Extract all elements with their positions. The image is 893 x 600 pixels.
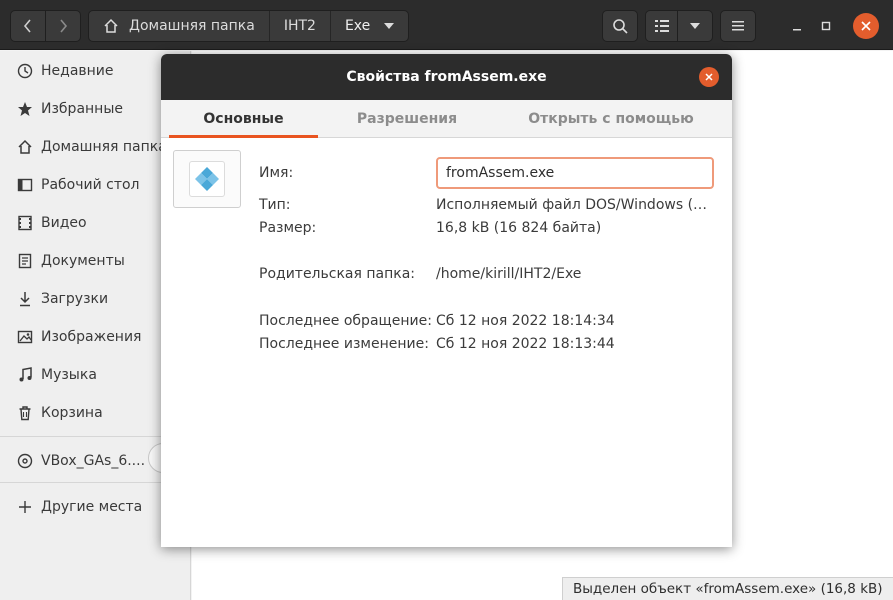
back-button[interactable] <box>10 10 46 42</box>
accessed-label: Последнее обращение: <box>259 313 432 329</box>
view-options-button[interactable] <box>677 10 713 42</box>
tab-permissions[interactable]: Разрешения <box>332 100 482 138</box>
minimize-icon <box>793 29 801 31</box>
video-icon <box>16 214 34 232</box>
sidebar-item-label: Другие места <box>41 499 143 515</box>
type-value: Исполняемый файл DOS/Windows (a… <box>436 197 714 213</box>
breadcrumb-label: Домашняя папка <box>129 18 255 34</box>
maximize-icon <box>821 21 831 31</box>
sidebar-item-label: Видео <box>41 215 87 231</box>
tab-basic[interactable]: Основные <box>169 100 318 138</box>
view-toggle-button[interactable] <box>645 10 678 42</box>
size-label: Размер: <box>259 220 317 236</box>
search-icon <box>613 19 628 34</box>
sidebar-item-label: Корзина <box>41 405 103 421</box>
dialog-tabs: Основные Разрешения Открыть с помощью <box>161 100 732 138</box>
menu-button[interactable] <box>720 10 756 42</box>
music-icon <box>16 366 34 384</box>
caret-down-icon <box>690 23 700 29</box>
list-view-icon <box>654 20 669 32</box>
modified-label: Последнее изменение: <box>259 336 429 352</box>
parent-folder-value: /home/kirill/IHT2/Exe <box>436 266 582 282</box>
chevron-right-icon <box>60 19 68 33</box>
download-icon <box>16 290 34 308</box>
minimize-button[interactable] <box>784 13 810 39</box>
breadcrumb-exe[interactable]: Exe <box>331 11 408 41</box>
exe-icon <box>189 161 225 197</box>
chevron-left-icon <box>23 19 31 33</box>
star-icon <box>16 100 34 118</box>
type-label: Тип: <box>259 197 291 213</box>
sidebar-item-label: Изображения <box>41 329 142 345</box>
plus-icon <box>16 498 34 516</box>
close-icon <box>861 21 871 31</box>
home-icon <box>104 18 118 33</box>
size-value: 16,8 kB (16 824 байта) <box>436 220 602 236</box>
modified-value: Сб 12 ноя 2022 18:13:44 <box>436 336 615 352</box>
desktop-icon <box>16 176 34 194</box>
hamburger-icon <box>732 21 744 31</box>
breadcrumb-iht2[interactable]: IHT2 <box>270 11 331 41</box>
dialog-close-button[interactable] <box>699 67 719 87</box>
image-icon <box>16 328 34 346</box>
document-icon <box>16 252 34 270</box>
forward-button[interactable] <box>45 10 81 42</box>
sidebar-item-label: Документы <box>41 253 125 269</box>
dialog-title: Свойства fromAssem.exe <box>346 69 547 85</box>
search-button[interactable] <box>602 10 638 42</box>
file-icon <box>173 150 241 208</box>
home-icon <box>16 138 34 156</box>
breadcrumb-home[interactable]: Домашняя папка <box>89 11 270 41</box>
sidebar-item-label: VBox_GAs_6.... <box>41 453 146 469</box>
caret-down-icon <box>384 23 395 29</box>
breadcrumb: Домашняя папка IHT2 Exe <box>88 10 410 42</box>
maximize-button[interactable] <box>813 13 839 39</box>
parent-folder-label: Родительская папка: <box>259 266 415 282</box>
file-name-input[interactable] <box>436 157 714 189</box>
trash-icon <box>16 404 34 422</box>
clock-icon <box>16 62 34 80</box>
window-close-button[interactable] <box>853 13 879 39</box>
dialog-titlebar: Свойства fromAssem.exe <box>161 54 732 100</box>
tab-open-with[interactable]: Открыть с помощью <box>518 100 704 138</box>
disc-icon <box>16 452 34 470</box>
breadcrumb-label: Exe <box>344 18 371 34</box>
sidebar-item-label: Избранные <box>41 101 123 117</box>
sidebar-item-label: Загрузки <box>41 291 109 307</box>
headerbar: Домашняя папка IHT2 Exe <box>0 0 893 50</box>
sidebar-item-label: Недавние <box>41 63 114 79</box>
properties-dialog: Свойства fromAssem.exe Основные Разрешен… <box>161 54 732 547</box>
close-icon <box>705 73 713 81</box>
accessed-value: Сб 12 ноя 2022 18:14:34 <box>436 313 615 329</box>
sidebar-item-label: Домашняя папка <box>41 139 167 155</box>
sidebar-item-label: Рабочий стол <box>41 177 140 193</box>
sidebar-item-device[interactable]: VBox_GAs_6.... <box>0 443 148 479</box>
name-label: Имя: <box>259 165 294 181</box>
sidebar-item-label: Музыка <box>41 367 97 383</box>
status-bar: Выделен объект «fromAssem.exe» (16,8 kB) <box>562 577 893 600</box>
breadcrumb-label: IHT2 <box>283 18 316 34</box>
